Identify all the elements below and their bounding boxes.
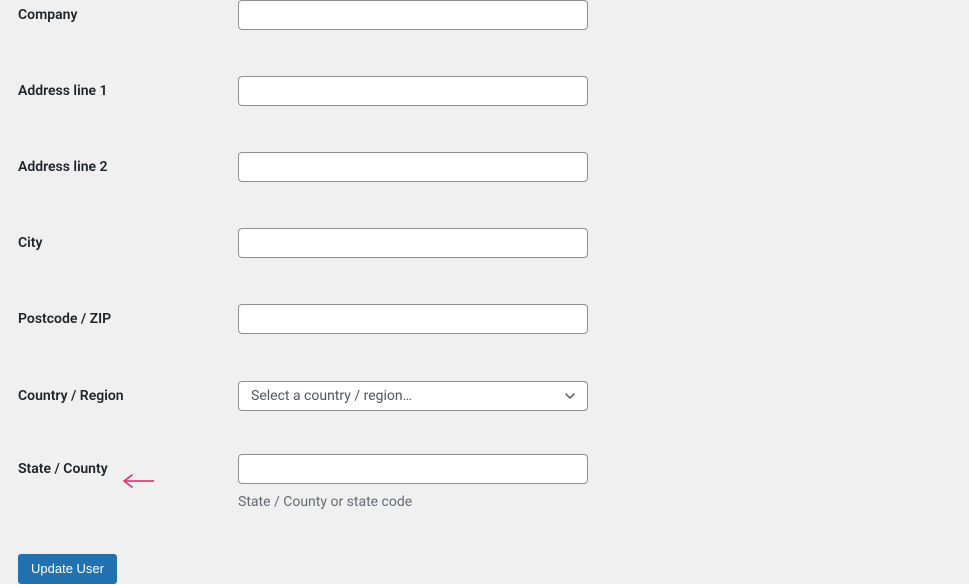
user-profile-form: Company Address line 1 Address line 2 Ci… [0,0,969,584]
label-col: Address line 1 [18,76,238,99]
state-label: State / County [18,461,108,477]
field-row-country: Country / Region Select a country / regi… [18,334,951,411]
input-col [238,228,951,258]
company-input[interactable] [238,0,588,30]
input-col: State / County or state code [238,454,951,510]
country-label: Country / Region [18,388,124,404]
field-row-postcode: Postcode / ZIP [18,258,951,334]
field-row-city: City [18,182,951,258]
input-col [238,0,951,30]
postcode-label: Postcode / ZIP [18,311,111,327]
input-col: Select a country / region… [238,381,951,411]
address1-input[interactable] [238,76,588,106]
chevron-down-icon [563,389,577,403]
company-label: Company [18,7,77,23]
input-col [238,152,951,182]
city-label: City [18,235,42,251]
state-input[interactable] [238,454,588,484]
input-col [238,304,951,334]
country-select[interactable]: Select a country / region… [238,381,588,411]
address2-input[interactable] [238,152,588,182]
label-col: City [18,228,238,251]
field-row-address1: Address line 1 [18,30,951,106]
update-user-button[interactable]: Update User [18,554,117,584]
field-row-company: Company [18,0,951,30]
state-helper-text: State / County or state code [238,494,951,510]
field-row-state: State / County State / County or state c… [18,411,951,510]
field-row-address2: Address line 2 [18,106,951,182]
city-input[interactable] [238,228,588,258]
label-col: Country / Region [18,381,238,404]
label-col: State / County [18,454,238,477]
submit-row: Update User [18,510,951,584]
label-col: Address line 2 [18,152,238,175]
input-col [238,76,951,106]
label-col: Postcode / ZIP [18,304,238,327]
country-select-placeholder: Select a country / region… [251,388,412,404]
postcode-input[interactable] [238,304,588,334]
label-col: Company [18,0,238,23]
address1-label: Address line 1 [18,83,108,99]
address2-label: Address line 2 [18,159,108,175]
